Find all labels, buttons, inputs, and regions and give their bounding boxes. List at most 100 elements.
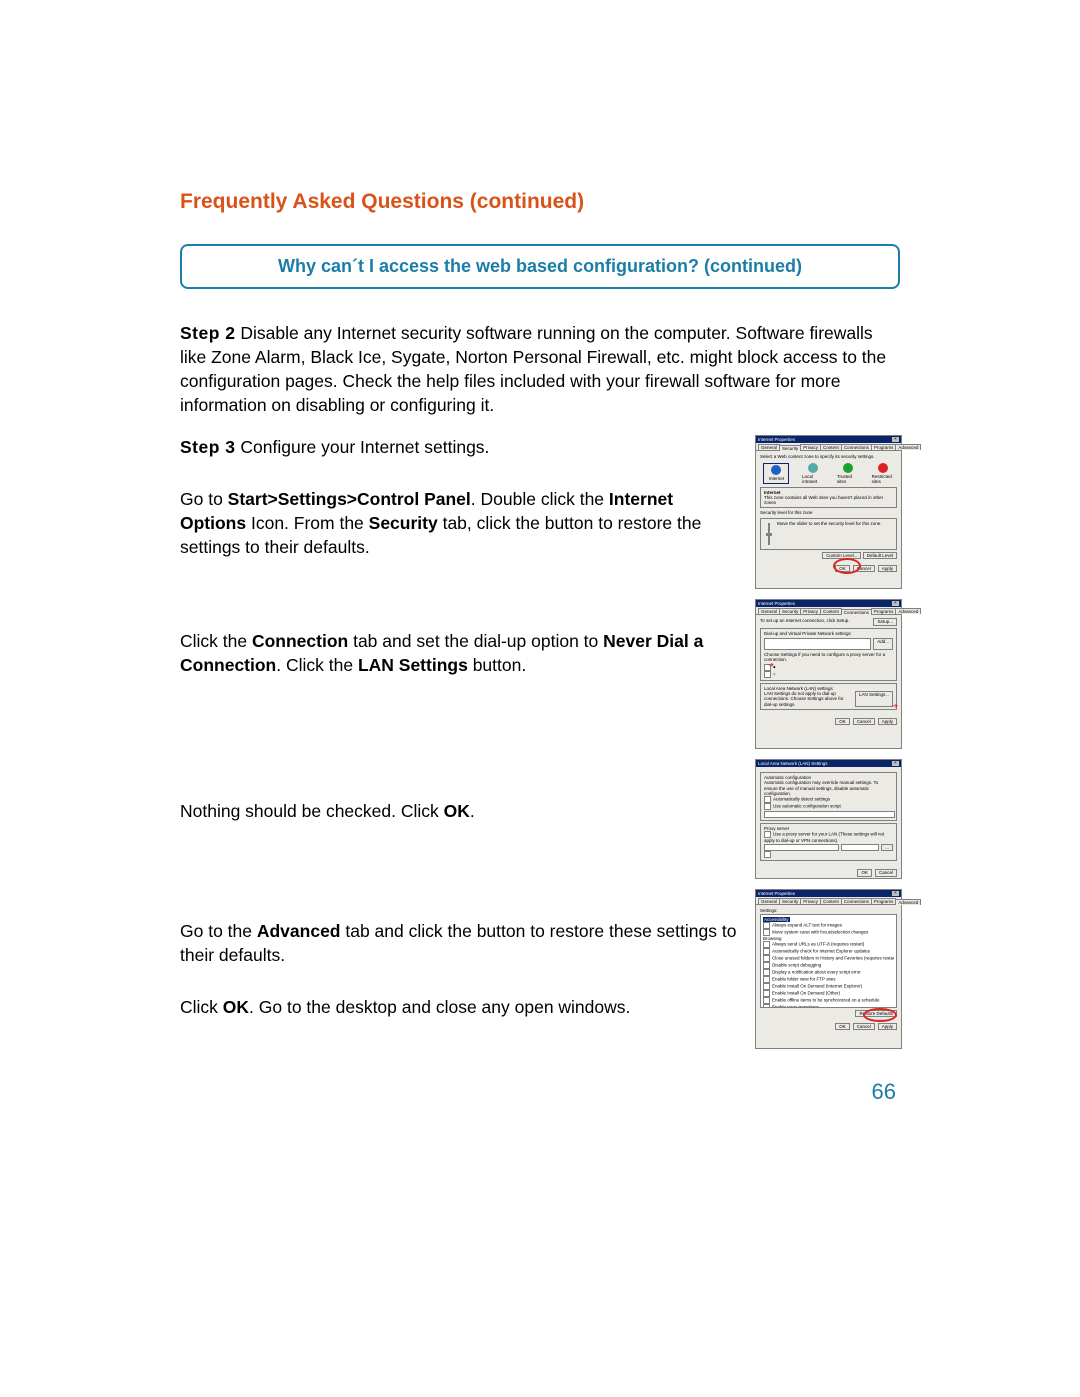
tab: Content [820,444,842,450]
step2-label: Step 2 [180,323,236,343]
step3-p5: Click OK. Go to the desktop and close an… [180,995,737,1019]
t: LAN Settings [358,655,468,675]
setup-button: Setup... [873,618,897,625]
apply-button: Apply [878,1023,897,1030]
step3-text-col-2: Click the Connection tab and set the dia… [180,599,737,677]
arrow-icon: ➔ [892,703,898,711]
tab: Content [820,898,842,904]
list-item: Enable offline items to be synchronized … [772,998,880,1003]
dlg-title-text: Local Area Network (LAN) Settings [758,761,828,766]
tab: General [758,898,780,904]
t: Move the slider to set the security leve… [777,521,893,547]
step2-text: Disable any Internet security software r… [180,323,886,415]
step3-row-2: Click the Connection tab and set the dia… [180,599,900,749]
tab: Programs [871,608,897,614]
tab: Security [779,608,801,614]
list-item: Close unused folders in History and Favo… [772,956,894,961]
t: . Click the [276,655,358,675]
step3-row-1: Step 3 Configure your Internet settings.… [180,435,900,589]
tab: Connections [841,898,872,904]
page-number: 66 [180,1079,900,1105]
dlg-title-text: Internet Properties [758,891,795,896]
t: . Double click the [471,489,609,509]
step3-label: Step 3 [180,437,236,457]
list-item: Enable page transitions [772,1005,819,1008]
close-icon: × [892,891,899,896]
list-item: Automatically check for Internet Explore… [772,949,870,954]
t: LAN Settings do not apply to dial-up con… [764,691,853,707]
step3-row-3: Nothing should be checked. Click OK. Loc… [180,759,900,879]
t: Choose Settings if you need to configure… [764,652,893,662]
t: Security level for this zone [760,510,897,515]
tab: General [758,608,780,614]
zone-label: Internet [769,476,784,481]
figure-security-tab: Internet Properties× General Security Pr… [755,435,900,589]
tab: Programs [871,898,897,904]
highlight-circle [863,1008,897,1022]
t: Nothing should be checked. Click [180,801,444,821]
list-item: Always send URLs as UTF-8 (requires rest… [772,942,864,947]
t: Click the [180,631,252,651]
trusted-icon [843,463,853,473]
arrow-icon: ➔ [768,662,774,670]
tab: Privacy [800,444,821,450]
ok-button: OK [857,869,872,876]
tab: Content [820,608,842,614]
apply-button: Apply [878,565,897,572]
step3-p3: Nothing should be checked. Click OK. [180,799,737,823]
t: Icon. From the [246,513,369,533]
default-level-button: Default Level [863,552,897,559]
figure-lan-settings: Local Area Network (LAN) Settings × Autom… [755,759,900,879]
t: tab and set the dial-up option to [348,631,603,651]
dlg-title-text: Internet Properties [758,437,795,442]
local-icon [808,463,818,473]
apply-button: Apply [878,718,897,725]
t: Click [180,997,223,1017]
list-item: Enable folder view for FTP sites [772,977,835,982]
dlg-title-text: Internet Properties [758,601,795,606]
cancel-button: Cancel [853,718,875,725]
cancel-button: Cancel [875,869,897,876]
t: This zone contains all Web sites you hav… [764,495,883,505]
cancel-button: Cancel [853,1023,875,1030]
t: . Go to the desktop and close any open w… [249,997,630,1017]
lan-settings-button: LAN Settings... [855,691,893,707]
step3-text-col-3: Nothing should be checked. Click OK. [180,759,737,823]
tab: Security [779,445,801,451]
tab: Programs [871,444,897,450]
restricted-icon [878,463,888,473]
zone-label: Local intranet [802,474,824,484]
add-button: Add... [873,638,893,650]
t: OK [223,997,249,1017]
figure-connections-tab: Internet Properties × General Security Pr… [755,599,900,749]
t: Dial-up and Virtual Private Network sett… [764,631,893,636]
list-item: Move system caret with focus/selection c… [772,929,868,934]
tab: Privacy [800,608,821,614]
page-title: Frequently Asked Questions (continued) [180,190,900,214]
t: Advanced [257,921,341,941]
t: Go to [180,489,228,509]
t: To set up an Internet connection, click … [760,618,871,623]
zone-label: Restricted sites [872,474,894,484]
t: Start>Settings>Control Panel [228,489,471,509]
hint: Select a Web content zone to specify its… [760,454,897,459]
list-item: Display a notification about every scrip… [772,970,861,975]
tab: Privacy [800,898,821,904]
close-icon: × [892,601,899,606]
list-item: Enable Install On Demand (Other) [772,991,840,996]
tab: Advanced [895,899,921,905]
close-icon: × [892,437,899,442]
t: OK [444,801,470,821]
tab: Advanced [895,608,921,614]
tab: Connections [841,609,872,615]
close-icon: × [892,761,899,766]
t: Automatically detect settings [773,797,830,802]
step3-p4: Go to the Advanced tab and click the but… [180,919,737,967]
ok-button: OK [835,1023,850,1030]
step3-text-col-1: Step 3 Configure your Internet settings.… [180,435,737,560]
ok-button: OK [835,718,850,725]
list-item: Enable Install On Demand (Internet Explo… [772,984,862,989]
list-item: Disable script debugging [772,963,821,968]
document-page: Frequently Asked Questions (continued) W… [0,0,1080,1397]
t: Automatic configuration may override man… [764,780,893,796]
